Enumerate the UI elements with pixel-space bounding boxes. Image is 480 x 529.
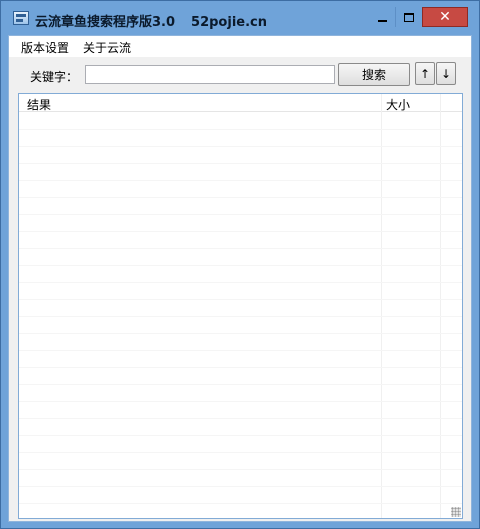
title-bar[interactable]: 云流章鱼搜索程序版3.0 52pojie.cn ✕	[1, 1, 479, 35]
arrow-down-icon: ↓	[440, 66, 452, 81]
keyword-label: 关键字：	[30, 70, 79, 84]
list-header: 结果 大小	[19, 94, 462, 112]
column-header-size[interactable]: 大小	[386, 96, 410, 113]
resize-grip-icon[interactable]	[451, 507, 461, 517]
window-title: 云流章鱼搜索程序版3.0 52pojie.cn	[35, 11, 267, 30]
maximize-button[interactable]	[395, 7, 421, 27]
menu-about[interactable]: 关于云流	[83, 39, 131, 56]
menu-version-settings[interactable]: 版本设置	[21, 39, 69, 56]
client-area: 版本设置 关于云流 关键字： 搜索 ↑ ↓ 结果 大小	[8, 35, 472, 522]
result-list[interactable]: 结果 大小	[18, 93, 463, 519]
window-title-main: 云流章鱼搜索程序版3.0	[35, 15, 176, 30]
app-window-icon	[13, 11, 29, 25]
app-window: 云流章鱼搜索程序版3.0 52pojie.cn ✕ 版本设置 关于云流 关键字： …	[0, 0, 480, 529]
close-button[interactable]: ✕	[422, 7, 468, 27]
keyword-input[interactable]	[85, 65, 335, 84]
list-body[interactable]	[19, 113, 462, 518]
minimize-button[interactable]	[369, 7, 395, 27]
minimize-icon	[377, 20, 387, 22]
menu-bar: 版本设置 关于云流	[9, 36, 471, 57]
arrow-up-icon: ↑	[419, 66, 431, 81]
move-down-button[interactable]: ↓	[436, 62, 456, 85]
maximize-icon	[403, 12, 414, 22]
move-up-button[interactable]: ↑	[415, 62, 435, 85]
window-title-suffix: 52pojie.cn	[191, 15, 267, 30]
search-button[interactable]: 搜索	[338, 63, 410, 86]
column-header-result[interactable]: 结果	[27, 96, 51, 113]
close-icon: ✕	[439, 9, 451, 25]
